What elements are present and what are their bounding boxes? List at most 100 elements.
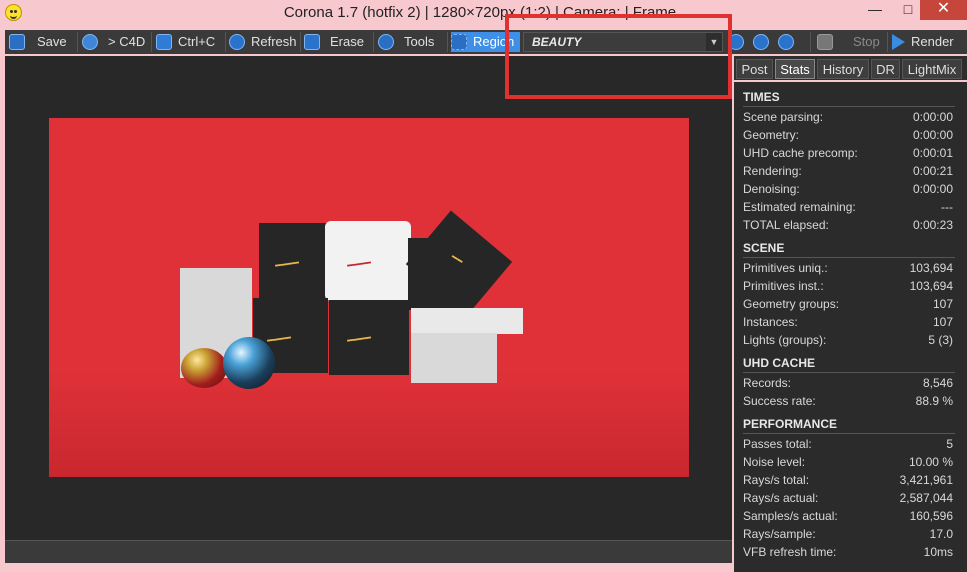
stat-label: VFB refresh time: (743, 545, 837, 559)
stat-value: 88.9 % (915, 394, 953, 408)
section-scene: SCENE (743, 241, 955, 258)
stat-row: Success rate: 88.9 % (743, 394, 953, 408)
toolbar-separator (447, 32, 448, 52)
stat-row: Estimated remaining: --- (743, 200, 953, 214)
tools-label: Tools (404, 34, 435, 49)
box-logo: ▬▬▬▬ (266, 334, 292, 344)
stat-value: 10ms (923, 545, 953, 559)
stat-value: 3,421,961 (899, 473, 953, 487)
stat-row: Rendering: 0:00:21 (743, 164, 953, 178)
zoom-out-button[interactable] (753, 32, 769, 52)
stat-value: 0:00:21 (912, 164, 953, 178)
stat-label: Samples/s actual: (743, 509, 838, 523)
stat-row: Lights (groups): 5 (3) (743, 333, 953, 347)
save-button[interactable]: Save (9, 32, 67, 52)
erase-button[interactable]: Erase (304, 32, 364, 52)
section-times: TIMES (743, 90, 955, 107)
stat-label: Noise level: (743, 455, 806, 469)
rendered-image: ▬▬▬▬ ▬▬▬▬ ▬▬ ▬▬▬▬ ▬▬▬▬ (49, 118, 689, 477)
maximize-button[interactable]: □ (893, 0, 923, 20)
annotation-highlight-box (505, 14, 732, 99)
play-icon (892, 33, 905, 50)
stat-label: Primitives uniq.: (743, 261, 828, 275)
refresh-icon (229, 33, 245, 50)
tab-post[interactable]: Post (736, 59, 773, 79)
title-bar: Corona 1.7 (hotfix 2) | 1280×720px (1:2)… (0, 0, 967, 28)
zoom-fit-button[interactable] (778, 32, 794, 52)
stat-label: TOTAL elapsed: (743, 218, 829, 232)
stat-value: 0:00:00 (912, 182, 953, 196)
status-bar (5, 540, 732, 563)
floor-shading (49, 368, 689, 477)
stat-label: Denoising: (743, 182, 800, 196)
box-logo: ▬▬▬▬ (274, 259, 300, 269)
toolbar-separator (225, 32, 226, 52)
copy-button[interactable]: Ctrl+C (156, 32, 215, 52)
stat-value: 0:00:00 (912, 128, 953, 142)
tab-stats[interactable]: Stats (775, 59, 815, 79)
stop-square-icon (817, 33, 833, 50)
stat-row: Geometry groups: 107 (743, 297, 953, 311)
stat-row: Geometry: 0:00:00 (743, 128, 953, 142)
stat-label: Lights (groups): (743, 333, 827, 347)
stat-value: 103,694 (909, 261, 953, 275)
c4d-icon (82, 33, 98, 50)
send-to-c4d-label: > C4D (108, 34, 146, 49)
gold-red-sphere (181, 348, 227, 388)
stat-row: Instances: 107 (743, 315, 953, 329)
tab-history[interactable]: History (817, 59, 869, 79)
close-button[interactable]: ✕ (920, 0, 967, 20)
stat-row: Denoising: 0:00:00 (743, 182, 953, 196)
section-performance: PERFORMANCE (743, 417, 955, 434)
toolbar-separator (151, 32, 152, 52)
render-label: Render (911, 34, 954, 49)
toolbar-separator (300, 32, 301, 52)
stats-panel: TIMES Scene parsing: 0:00:00 Geometry: 0:0… (734, 82, 967, 572)
stat-value: 8,546 (922, 376, 953, 390)
white-gift-box-top: ▬▬▬▬ (325, 221, 411, 301)
clipboard-icon (156, 33, 172, 50)
box-logo: ▬▬ (450, 253, 464, 265)
white-gift-box-lid (411, 308, 523, 334)
stat-label: Estimated remaining: (743, 200, 856, 214)
tools-button[interactable]: Tools (378, 32, 434, 52)
stat-value: 5 (3) (928, 333, 953, 347)
refresh-label: Refresh (251, 34, 297, 49)
stat-row: Passes total: 5 (743, 437, 953, 451)
stat-row: Scene parsing: 0:00:00 (743, 110, 953, 124)
toolbar-separator (77, 32, 78, 52)
stat-row: UHD cache precomp: 0:00:01 (743, 146, 953, 160)
render-button[interactable]: Render (892, 32, 954, 52)
stop-button[interactable]: Stop (817, 32, 880, 52)
region-select-icon (451, 33, 467, 50)
refresh-button[interactable]: Refresh (229, 32, 297, 52)
copy-label: Ctrl+C (178, 34, 216, 49)
chrome-blue-sphere (223, 337, 275, 389)
stat-row: Records: 8,546 (743, 376, 953, 390)
stat-value: 2,587,044 (899, 491, 953, 505)
tab-dr[interactable]: DR (871, 59, 900, 79)
stat-label: Geometry groups: (743, 297, 840, 311)
stat-label: Rays/s actual: (743, 491, 819, 505)
vfb-toolbar: Save > C4D Ctrl+C Refresh Erase Tools Re… (5, 30, 967, 54)
stat-row: Primitives uniq.: 103,694 (743, 261, 953, 275)
stat-label: Scene parsing: (743, 110, 824, 124)
smiley-app-icon (5, 4, 22, 21)
stat-value: 10.00 % (908, 455, 953, 469)
gear-icon (378, 33, 394, 50)
tab-lightmix[interactable]: LightMix (902, 59, 962, 79)
stat-label: Rendering: (743, 164, 802, 178)
stat-label: Primitives inst.: (743, 279, 824, 293)
stat-value: 0:00:01 (912, 146, 953, 160)
stat-row: VFB refresh time: 10ms (743, 545, 953, 559)
stat-row: Rays/sample: 17.0 (743, 527, 953, 541)
stat-label: Rays/sample: (743, 527, 816, 541)
send-to-c4d-button[interactable]: > C4D (82, 32, 145, 52)
stat-row: Rays/s total: 3,421,961 (743, 473, 953, 487)
minimize-button[interactable]: — (860, 0, 890, 20)
box-logo: ▬▬▬▬ (346, 334, 372, 344)
zoom-out-icon (753, 33, 769, 50)
stat-row: Samples/s actual: 160,596 (743, 509, 953, 523)
stat-label: Records: (743, 376, 792, 390)
floppy-disk-icon (9, 33, 25, 50)
